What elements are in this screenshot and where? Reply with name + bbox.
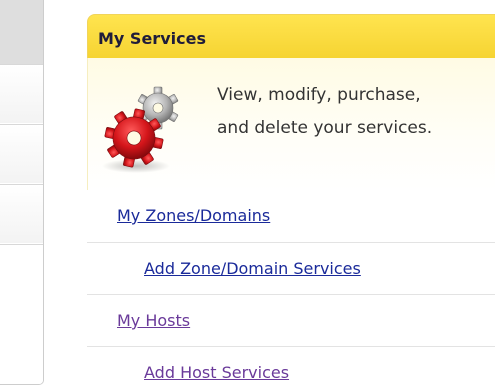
sidebar-item[interactable]: [0, 64, 43, 123]
description-line-2: and delete your services.: [217, 118, 433, 138]
my-services-panel: My Services View, modify, purchase, and …: [87, 14, 495, 392]
panel-title: My Services: [98, 29, 206, 48]
sidebar-item[interactable]: [0, 184, 43, 243]
my-hosts-link[interactable]: My Hosts: [117, 311, 190, 330]
gears-icon: [102, 86, 179, 173]
sidebar-header: [0, 0, 43, 64]
add-zone-domain-services-link[interactable]: Add Zone/Domain Services: [144, 259, 361, 278]
description-line-1: View, modify, purchase,: [217, 85, 421, 105]
panel-intro: View, modify, purchase, and delete your …: [87, 58, 495, 190]
add-host-services-link[interactable]: Add Host Services: [144, 363, 289, 382]
list-item: My Hosts: [87, 294, 495, 346]
my-zones-domains-link[interactable]: My Zones/Domains: [117, 206, 270, 225]
sidebar-item: [0, 244, 43, 384]
list-item: Add Zone/Domain Services: [87, 242, 495, 294]
sidebar: [0, 0, 44, 385]
list-item: My Zones/Domains: [87, 190, 495, 242]
services-links: My Zones/Domains Add Zone/Domain Service…: [87, 190, 495, 392]
sidebar-item[interactable]: [0, 124, 43, 183]
panel-description: View, modify, purchase, and delete your …: [217, 79, 495, 145]
page-root: My Services View, modify, purchase, and …: [0, 0, 495, 392]
panel-header: My Services: [87, 14, 495, 58]
list-item: Add Host Services: [87, 346, 495, 392]
